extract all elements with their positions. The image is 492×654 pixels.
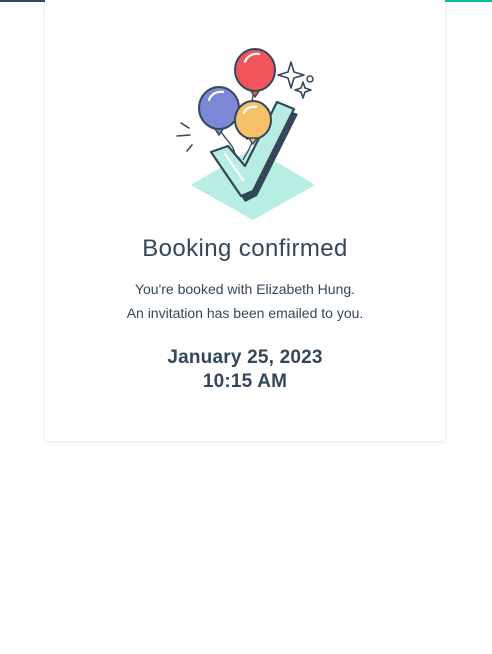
booked-with-message: You're booked with Elizabeth Hung. <box>134 281 356 297</box>
balloons-checkmark-icon <box>176 48 315 220</box>
booking-time: 10:15 AM <box>202 371 288 392</box>
page-title: Booking confirmed <box>142 235 348 262</box>
booking-date: January 25, 2023 <box>167 347 323 368</box>
confirmation-card: Booking confirmed You're booked with Eli… <box>45 0 445 441</box>
invitation-message: An invitation has been emailed to you. <box>126 305 364 321</box>
